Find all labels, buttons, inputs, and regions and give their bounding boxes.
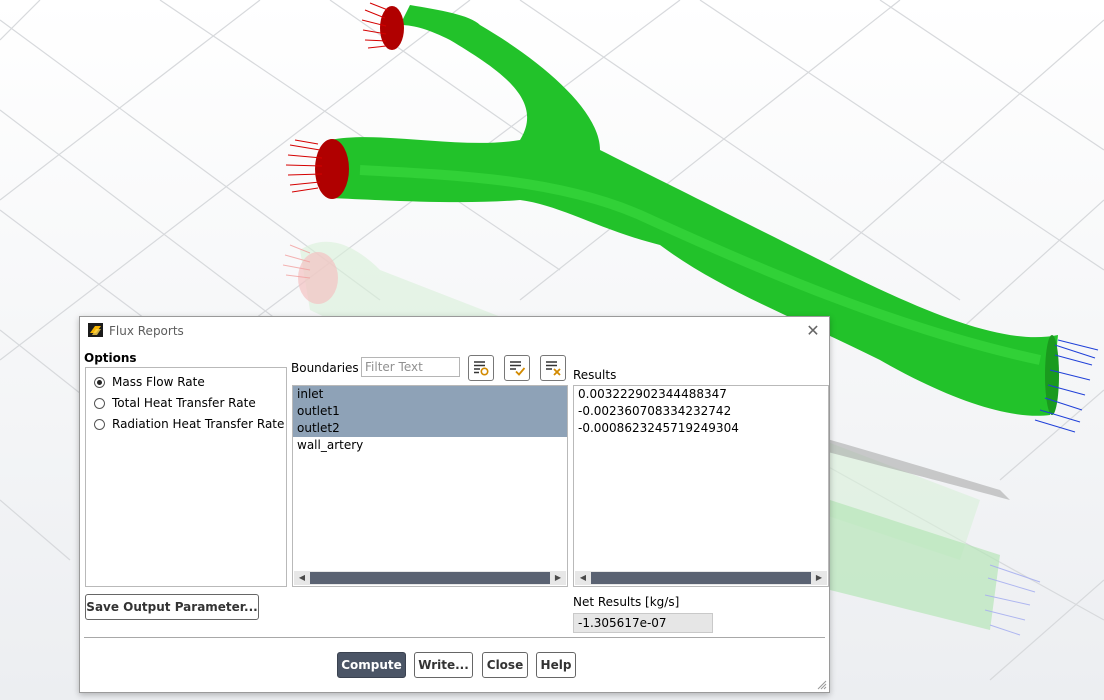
list-item-wall-artery[interactable]: wall_artery	[293, 437, 567, 454]
boundaries-list[interactable]: inlet outlet1 outlet2 wall_artery ◀ ▶	[292, 385, 568, 587]
deselect-all-button[interactable]	[540, 355, 566, 381]
option-label: Total Heat Transfer Rate	[112, 396, 256, 410]
divider	[84, 637, 825, 638]
select-all-icon	[510, 361, 526, 376]
result-value: 0.003222902344488347	[578, 387, 727, 401]
option-total-heat-transfer-rate[interactable]: Total Heat Transfer Rate	[94, 394, 256, 412]
option-label: Mass Flow Rate	[112, 375, 205, 389]
boundaries-horizontal-scrollbar[interactable]: ◀ ▶	[294, 571, 566, 585]
compute-button[interactable]: Compute	[337, 652, 406, 678]
boundaries-label: Boundaries	[291, 361, 359, 375]
option-label: Radiation Heat Transfer Rate	[112, 417, 285, 431]
option-mass-flow-rate[interactable]: Mass Flow Rate	[94, 373, 205, 391]
result-value: -0.0008623245719249304	[578, 421, 739, 435]
results-list[interactable]: 0.003222902344488347 -0.0023607083342327…	[573, 385, 829, 587]
radio-button[interactable]	[94, 376, 105, 388]
close-button[interactable]: Close	[482, 652, 528, 678]
scroll-right-icon[interactable]: ▶	[812, 571, 826, 585]
list-item-outlet2[interactable]: outlet2	[293, 420, 567, 437]
write-button[interactable]: Write...	[414, 652, 473, 678]
net-results-label: Net Results [kg/s]	[573, 595, 680, 609]
dialog-titlebar[interactable]: Flux Reports ✕	[80, 317, 829, 345]
net-results-value: -1.305617e-07	[573, 613, 713, 633]
inlet-cap	[315, 139, 349, 199]
dialog-title: Flux Reports	[109, 324, 184, 338]
results-horizontal-scrollbar[interactable]: ◀ ▶	[575, 571, 827, 585]
list-item-outlet1[interactable]: outlet1	[293, 403, 567, 420]
scroll-left-icon[interactable]: ◀	[295, 571, 309, 585]
select-all-button[interactable]	[504, 355, 530, 381]
close-icon[interactable]: ✕	[803, 321, 823, 341]
scroll-left-icon[interactable]: ◀	[576, 571, 590, 585]
fluent-app-icon	[88, 323, 103, 337]
deselect-all-icon	[546, 361, 561, 376]
options-group: Mass Flow Rate Total Heat Transfer Rate …	[85, 367, 287, 587]
scrollbar-thumb[interactable]	[591, 572, 811, 584]
options-label: Options	[84, 351, 137, 365]
flux-reports-dialog: Flux Reports ✕ Options Mass Flow Rate To…	[79, 316, 830, 693]
select-by-type-icon	[474, 361, 489, 376]
result-value: -0.002360708334232742	[578, 404, 732, 418]
scrollbar-thumb[interactable]	[310, 572, 550, 584]
list-item-inlet[interactable]: inlet	[293, 386, 567, 403]
results-label: Results	[573, 368, 617, 382]
resize-grip-icon[interactable]	[817, 680, 827, 690]
boundaries-filter-input[interactable]	[361, 357, 460, 377]
save-output-parameter-button[interactable]: Save Output Parameter...	[85, 594, 259, 620]
outlet-cap-top	[380, 6, 404, 50]
radio-button[interactable]	[94, 397, 105, 409]
select-by-type-button[interactable]	[468, 355, 494, 381]
radio-button[interactable]	[94, 418, 105, 430]
option-radiation-heat-transfer-rate[interactable]: Radiation Heat Transfer Rate	[94, 415, 284, 433]
scroll-right-icon[interactable]: ▶	[551, 571, 565, 585]
help-button[interactable]: Help	[536, 652, 576, 678]
